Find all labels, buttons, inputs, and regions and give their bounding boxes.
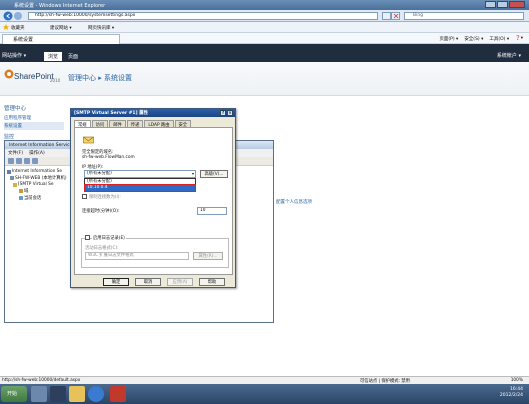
- enable-logging-label: 启用日志记录(E): [92, 235, 126, 241]
- tab-system-settings[interactable]: 系统设置: [2, 34, 120, 44]
- page-menu[interactable]: 页面(P) ▾: [439, 36, 458, 42]
- apply-button[interactable]: 应用(A): [167, 278, 193, 286]
- log-properties-button[interactable]: 属性(R)...: [193, 252, 223, 260]
- tree-node-domains[interactable]: 域: [7, 188, 73, 194]
- smtp-properties-dialog: [SMTP Virtual Server #1] 属性 ? × 常规 访问 邮件…: [70, 108, 236, 288]
- status-url: http://sh-fw-web:10000/default.aspx: [2, 378, 81, 383]
- help-button[interactable]: 帮助: [199, 278, 225, 286]
- log-format-select[interactable]: W3C 扩展日志文件格式: [85, 252, 189, 260]
- nav-item-system-settings[interactable]: 系统设置: [4, 122, 64, 130]
- taskbar-ie-icon[interactable]: [88, 386, 104, 402]
- ribbon-tab-page[interactable]: 页面: [64, 52, 82, 61]
- sharepoint-logo-icon: [4, 69, 14, 79]
- ip-address-dropdown-list: (所有未分配) 10.10.0.4: [84, 178, 196, 192]
- system-tray: 16:44 2012/2/24: [461, 386, 527, 402]
- browser-title-bar: 系统设置 - Windows Internet Explorer: [0, 0, 529, 10]
- log-format-label: 活动日志格式(C):: [85, 246, 119, 251]
- limit-connections-checkbox[interactable]: [82, 194, 87, 199]
- fqdn-value: sh-fw-web.FlowMan.com: [82, 155, 135, 160]
- tab-row: 系统设置 页面(P) ▾ 安全(S) ▾ 工具(O) ▾ ❓▾: [0, 33, 529, 44]
- general-tab-panel: 完全限定的域名: sh-fw-web.FlowMan.com IP 地址(P):…: [74, 127, 233, 275]
- window-title: 系统设置 - Windows Internet Explorer: [14, 3, 106, 9]
- tree-node-smtp[interactable]: [SMTP Virtual Se: [7, 182, 73, 187]
- breadcrumb[interactable]: 管理中心 ▸ 系统设置: [68, 73, 132, 83]
- zoom-level[interactable]: 100%: [511, 378, 523, 383]
- dialog-help-button[interactable]: ?: [220, 110, 226, 116]
- dialog-close-button[interactable]: ×: [227, 110, 233, 116]
- minimize-button[interactable]: [485, 1, 496, 8]
- sessions-icon: [19, 196, 23, 200]
- search-input[interactable]: Bing: [404, 12, 524, 20]
- smtp-icon: [13, 182, 17, 187]
- site-actions-menu[interactable]: 网站操作 ▾: [2, 52, 26, 59]
- sp-header: SharePoint 2010 管理中心 ▸ 系统设置: [0, 62, 529, 96]
- ok-button[interactable]: 确定: [103, 278, 129, 286]
- taskbar-explorer-icon[interactable]: [69, 386, 85, 402]
- suggested-sites-link[interactable]: 建议网站 ▾: [50, 25, 72, 31]
- browser-status-bar: http://sh-fw-web:10000/default.aspx 可信站点…: [0, 376, 529, 384]
- back-forward-icon[interactable]: [3, 11, 25, 21]
- maximize-button[interactable]: [497, 1, 508, 8]
- computer-icon: [7, 169, 11, 174]
- ip-option-10-10-0-4[interactable]: 10.10.0.4: [84, 184, 196, 192]
- safety-menu[interactable]: 安全(S) ▾: [464, 36, 483, 42]
- nav-item-app-management[interactable]: 应用程序管理: [4, 114, 64, 122]
- refresh-stop-icon[interactable]: [382, 12, 400, 20]
- nav-item-monitoring[interactable]: 监控: [4, 133, 64, 140]
- left-nav: 管理中心 应用程序管理 系统设置 监控: [4, 104, 64, 140]
- taskbar-powershell-icon[interactable]: [50, 386, 66, 402]
- enable-logging-checkbox[interactable]: [85, 235, 90, 240]
- tools-menu[interactable]: 工具(O) ▾: [489, 36, 509, 42]
- limit-connections-label: 限制连接数为(I):: [89, 195, 121, 200]
- clock[interactable]: 16:44 2012/2/24: [500, 387, 523, 399]
- up-icon[interactable]: [24, 158, 30, 164]
- tree-node-server[interactable]: SH-FW-WEB (本地计算机): [7, 175, 73, 181]
- nav-heading-central-admin[interactable]: 管理中心: [4, 104, 64, 112]
- chevron-down-icon: ▾: [191, 171, 194, 176]
- iis-menu-action[interactable]: 操作(A): [29, 150, 45, 156]
- help-menu[interactable]: ❓▾: [515, 36, 523, 42]
- sharepoint-version: 2010: [50, 78, 61, 83]
- sp-ribbon: 网站操作 ▾ 浏览 页面 系统帐户 ▾: [0, 44, 529, 62]
- ip-address-select[interactable]: (所有未分配) ▾: [84, 170, 196, 178]
- ribbon-tab-browse[interactable]: 浏览: [44, 52, 63, 61]
- start-button[interactable]: 开始: [1, 386, 27, 402]
- server-icon: [10, 176, 14, 180]
- address-bar-row: http://sh-fw-web:10000/systemsettings.as…: [0, 10, 529, 22]
- favorites-bar: 收藏夹 建议网站 ▾ 网页快讯库 ▾: [0, 22, 529, 33]
- close-window-button[interactable]: [509, 1, 525, 8]
- mail-envelope-icon: [83, 136, 94, 144]
- address-input[interactable]: http://sh-fw-web:10000/systemsettings.as…: [28, 12, 378, 20]
- favorites-button[interactable]: 收藏夹: [11, 25, 25, 31]
- iis-tree: Internet Information Se SH-FW-WEB (本地计算机…: [7, 169, 73, 202]
- user-menu[interactable]: 系统帐户 ▾: [497, 52, 521, 59]
- back-icon[interactable]: [8, 158, 14, 164]
- iis-menu-file[interactable]: 文件(F): [8, 150, 23, 156]
- timeout-input[interactable]: 10: [197, 207, 227, 215]
- configure-personal-info-link[interactable]: 配置个人信息选项: [276, 199, 312, 205]
- dialog-title: [SMTP Virtual Server #1] 属性 ? ×: [71, 109, 235, 117]
- taskbar: 开始 16:44 2012/2/24: [0, 384, 529, 404]
- tree-node-iis[interactable]: Internet Information Se: [7, 169, 73, 174]
- timeout-label: 连接超时(分钟)(O):: [82, 209, 120, 214]
- web-slice-gallery-link[interactable]: 网页快讯库 ▾: [88, 25, 114, 31]
- sharepoint-logo: SharePoint: [14, 72, 54, 81]
- forward-icon[interactable]: [16, 158, 22, 164]
- domains-icon: [19, 189, 23, 193]
- taskbar-server-manager-icon[interactable]: [31, 386, 47, 402]
- properties-icon[interactable]: [32, 158, 38, 164]
- star-icon: [3, 24, 9, 30]
- tree-node-sessions[interactable]: 当前会话: [7, 195, 73, 201]
- taskbar-app-icon[interactable]: [110, 386, 126, 402]
- advanced-button[interactable]: 高级(V)...: [200, 170, 228, 178]
- cancel-button[interactable]: 取消: [135, 278, 161, 286]
